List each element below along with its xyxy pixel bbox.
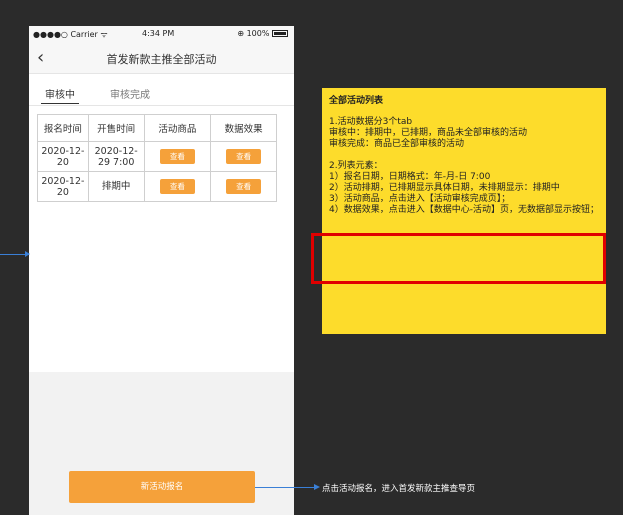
cell-signup-time: 2020-12-20 xyxy=(37,171,89,202)
note-line: 3）活动商品，点击进入【活动审核完成页】； xyxy=(329,194,511,204)
table-header-row: 报名时间 开售时间 活动商品 数据效果 xyxy=(37,114,277,142)
note-line: 1.活动数据分3个tab xyxy=(329,117,413,127)
battery-label: ⊕ 100% xyxy=(237,29,270,38)
tab-review-done[interactable]: 审核完成 xyxy=(110,86,150,101)
connector-arrow-right xyxy=(314,484,320,490)
table-row: 2020-12-20 2020-12-29 7:00 查看 查看 xyxy=(37,141,277,172)
note-line: 4）数据效果，点击进入【数据中心-活动】页，无数据部显示按钮； xyxy=(329,205,599,215)
view-goods-button[interactable]: 查看 xyxy=(159,149,195,164)
tab-under-review[interactable]: 审核中 xyxy=(41,86,79,104)
tab-label: 审核完成 xyxy=(110,90,150,101)
activity-table: 报名时间 开售时间 活动商品 数据效果 2020-12-20 2020-12-2… xyxy=(37,114,277,202)
note-line: 2.列表元素： xyxy=(329,161,383,171)
note-line: 1）报名日期，日期格式：年-月-日 7:00 xyxy=(329,172,491,182)
cell-sale-time: 2020-12-29 7:00 xyxy=(87,141,145,172)
header-goods: 活动商品 xyxy=(143,114,212,142)
cell-goods: 查看 xyxy=(143,141,212,172)
connector-arrow-left xyxy=(25,251,30,257)
cell-signup-time: 2020-12-20 xyxy=(37,141,89,172)
cell-sale-time: 排期中 xyxy=(87,171,145,202)
sticky-note: 全部活动列表 1.活动数据分3个tab 审核中：排期中，已排期，商品未全部审核的… xyxy=(322,88,606,334)
view-data-button[interactable]: 查看 xyxy=(226,149,262,164)
header-sale-time: 开售时间 xyxy=(87,114,145,142)
view-goods-button[interactable]: 查看 xyxy=(159,179,195,194)
active-tab-indicator xyxy=(41,103,79,104)
table-row: 2020-12-20 排期中 查看 查看 xyxy=(37,171,277,202)
new-activity-signup-button[interactable]: 新活动报名 xyxy=(69,471,255,503)
header-data-effect: 数据效果 xyxy=(210,114,277,142)
connector-line-right xyxy=(255,487,317,488)
cell-data-effect: 查看 xyxy=(210,141,277,172)
cell-goods: 查看 xyxy=(143,171,212,202)
cell-data-effect: 查看 xyxy=(210,171,277,202)
battery-indicator: ⊕ 100% xyxy=(237,29,288,38)
tab-bar: 审核中 审核完成 xyxy=(29,82,294,106)
annotation-signup: 点击活动报名，进入首发新款主推查导页 xyxy=(322,484,476,494)
view-data-button[interactable]: 查看 xyxy=(226,179,262,194)
header-signup-time: 报名时间 xyxy=(37,114,89,142)
note-title: 全部活动列表 xyxy=(329,96,384,106)
phone-screen: ●●●●○ Carrier ᯤ 4:34 PM ⊕ 100% ‹ 首发新款主推全… xyxy=(29,26,294,515)
battery-icon xyxy=(272,30,288,37)
note-line: 审核中：排期中，已排期，商品未全部审核的活动 xyxy=(329,128,528,138)
status-bar: ●●●●○ Carrier ᯤ 4:34 PM ⊕ 100% xyxy=(29,26,294,42)
note-line: 审核完成：商品已全部审核的活动 xyxy=(329,139,465,149)
tab-label: 审核中 xyxy=(45,90,75,101)
carrier-signal: ●●●●○ Carrier ᯤ xyxy=(33,30,108,39)
note-line: 2）活动排期，已排期显示具体日期，未排期显示：排期中 xyxy=(329,183,560,193)
highlight-box xyxy=(311,233,606,284)
page-title: 首发新款主推全部活动 xyxy=(106,53,217,66)
status-time: 4:34 PM xyxy=(142,29,175,38)
nav-bar: ‹ 首发新款主推全部活动 xyxy=(29,42,294,74)
